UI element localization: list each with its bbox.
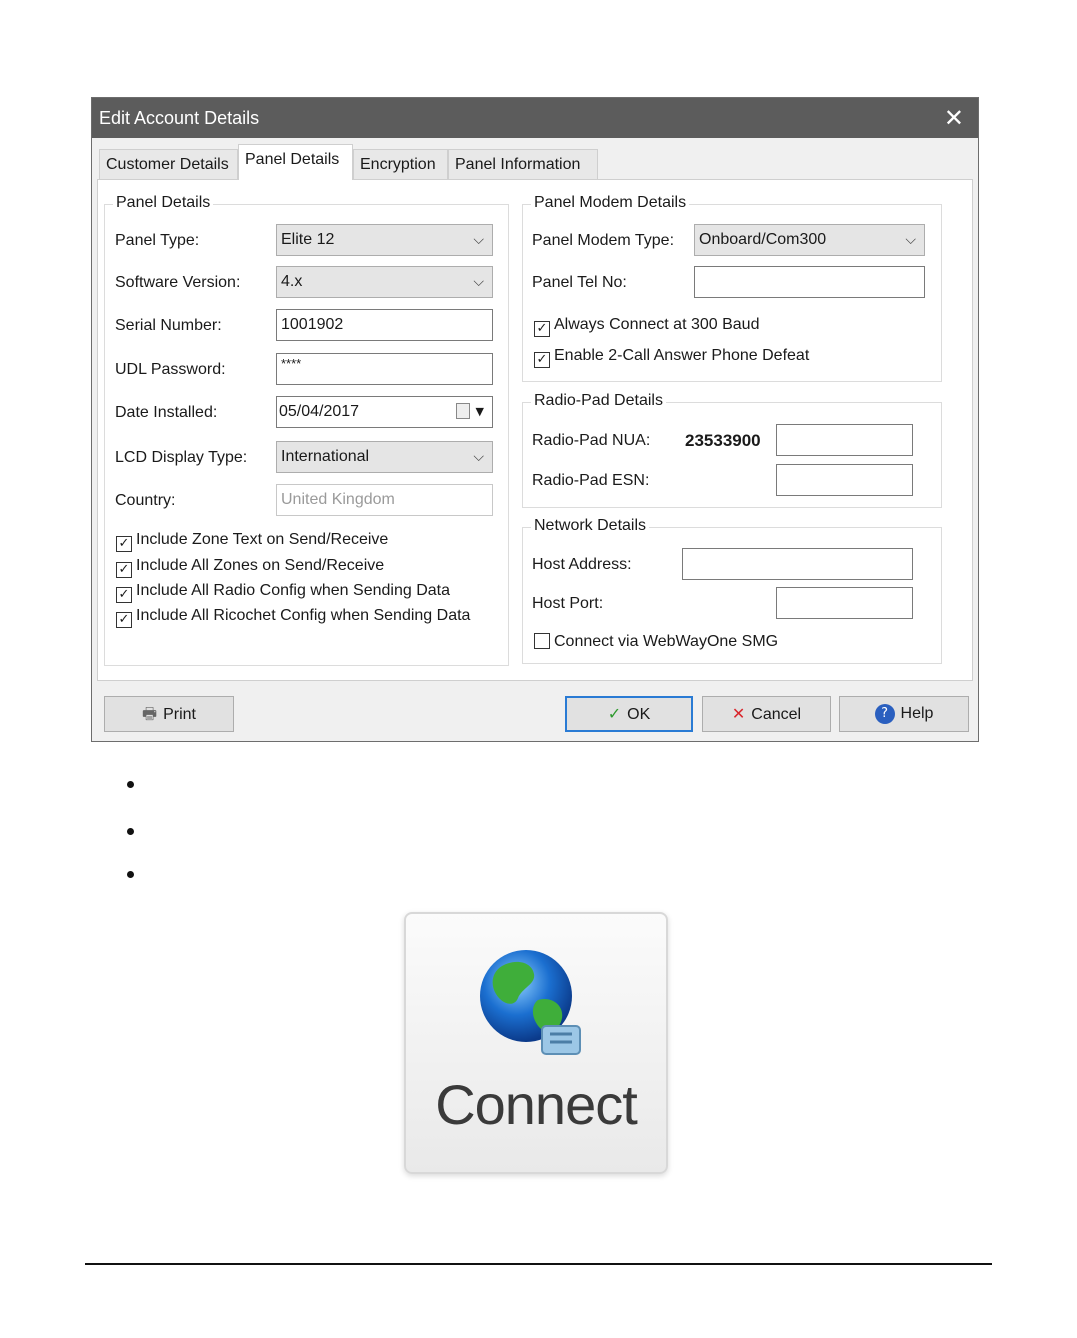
connect-button[interactable]: Connect (404, 912, 668, 1174)
software-version-label: Software Version: (115, 274, 241, 291)
tab-panel-information[interactable]: Panel Information (448, 149, 598, 179)
list-bullet (127, 871, 134, 878)
chevron-down-icon: ⌵ (473, 232, 484, 248)
date-installed-value: 05/04/2017 (279, 403, 360, 420)
checkbox-label: Enable 2-Call Answer Phone Defeat (554, 347, 810, 364)
checkbox-checked-icon: ✓ (116, 612, 132, 628)
nua-prefix: 23533900 (685, 431, 761, 450)
print-label: Print (163, 706, 196, 723)
host-address-input[interactable] (682, 548, 913, 580)
panel-type-label: Panel Type: (115, 232, 200, 249)
printer-icon: 🖶 (141, 704, 158, 723)
checkbox-label: Include All Ricochet Config when Sending… (136, 607, 471, 624)
connect-label: Connect (435, 1073, 638, 1136)
include-zone-text-checkbox[interactable]: ✓ Include Zone Text on Send/Receive (116, 530, 388, 552)
checkbox-checked-icon: ✓ (116, 587, 132, 603)
checkbox-checked-icon: ✓ (534, 352, 550, 368)
calendar-icon[interactable] (456, 403, 470, 419)
date-installed-label: Date Installed: (115, 404, 218, 421)
lcd-display-select[interactable]: International ⌵ (276, 441, 493, 473)
list-bullet (127, 828, 134, 835)
print-button[interactable]: 🖶 Print (104, 696, 234, 732)
group-legend: Panel Details (113, 194, 214, 212)
close-icon[interactable]: ✕ (944, 104, 964, 132)
software-version-select[interactable]: 4.x ⌵ (276, 266, 493, 298)
help-button[interactable]: ? Help (839, 696, 969, 732)
chevron-down-icon: ⌵ (473, 274, 484, 290)
always-300-baud-checkbox[interactable]: ✓ Always Connect at 300 Baud (534, 315, 759, 337)
include-ricochet-config-checkbox[interactable]: ✓ Include All Ricochet Config when Sendin… (116, 606, 470, 628)
nua-input[interactable] (776, 424, 913, 456)
panel-modem-group: Panel Modem Details Panel Modem Type: On… (522, 194, 942, 382)
network-group: Network Details Host Address: Host Port:… (522, 517, 942, 664)
ok-button[interactable]: ✓ OK (565, 696, 693, 732)
checkbox-unchecked-icon (534, 633, 550, 649)
country-label: Country: (115, 492, 176, 509)
nua-label: Radio-Pad NUA: (532, 432, 651, 449)
udl-password-input[interactable]: **** (276, 353, 493, 385)
tab-customer-details[interactable]: Customer Details (99, 149, 238, 179)
webwayone-checkbox[interactable]: Connect via WebWayOne SMG (534, 632, 778, 652)
checkbox-label: Include All Radio Config when Sending Da… (136, 582, 450, 599)
group-legend: Radio-Pad Details (531, 392, 666, 410)
host-port-input[interactable] (776, 587, 913, 619)
lcd-display-label: LCD Display Type: (115, 449, 248, 466)
globe-network-icon (480, 950, 581, 1055)
checkbox-checked-icon: ✓ (116, 562, 132, 578)
serial-number-input[interactable]: 1001902 (276, 309, 493, 341)
lcd-display-value: International (281, 448, 370, 465)
modem-type-label: Panel Modem Type: (532, 232, 675, 249)
ok-label: OK (627, 706, 651, 723)
include-all-zones-checkbox[interactable]: ✓ Include All Zones on Send/Receive (116, 556, 384, 578)
modem-type-select[interactable]: Onboard/Com300 ⌵ (694, 224, 925, 256)
dialog-title: Edit Account Details (99, 108, 260, 128)
date-installed-picker[interactable]: 05/04/2017 ▼ (276, 396, 493, 428)
x-icon: ✕ (731, 704, 746, 723)
checkbox-label: Include Zone Text on Send/Receive (136, 531, 389, 548)
two-call-checkbox[interactable]: ✓ Enable 2-Call Answer Phone Defeat (534, 346, 809, 368)
chevron-down-icon: ⌵ (905, 232, 916, 248)
checkbox-label: Connect via WebWayOne SMG (554, 633, 779, 650)
edit-account-dialog: Edit Account Details ✕ Customer Details … (91, 97, 979, 742)
tel-input[interactable] (694, 266, 925, 298)
chevron-down-icon: ⌵ (473, 449, 484, 465)
list-bullet (127, 781, 134, 788)
panel-details-group: Panel Details Panel Type: Elite 12 ⌵ Sof… (104, 194, 509, 666)
panel-type-select[interactable]: Elite 12 ⌵ (276, 224, 493, 256)
esn-input[interactable] (776, 464, 913, 496)
dropdown-arrow-icon[interactable]: ▼ (476, 397, 484, 427)
checkbox-label: Always Connect at 300 Baud (554, 316, 760, 333)
tab-encryption[interactable]: Encryption (353, 149, 448, 179)
group-legend: Network Details (531, 517, 650, 535)
footer-divider (85, 1263, 992, 1265)
serial-number-label: Serial Number: (115, 317, 222, 334)
udl-password-label: UDL Password: (115, 361, 226, 378)
group-legend: Panel Modem Details (531, 194, 690, 212)
cancel-button[interactable]: ✕ Cancel (702, 696, 831, 732)
checkbox-checked-icon: ✓ (534, 321, 550, 337)
help-icon: ? (874, 704, 895, 724)
checkmark-icon: ✓ (607, 704, 622, 723)
radio-pad-group: Radio-Pad Details Radio-Pad NUA: 2353390… (522, 392, 942, 508)
title-bar: Edit Account Details ✕ (92, 98, 978, 138)
checkbox-checked-icon: ✓ (116, 536, 132, 552)
software-version-value: 4.x (281, 273, 303, 290)
checkbox-label: Include All Zones on Send/Receive (136, 557, 385, 574)
include-radio-config-checkbox[interactable]: ✓ Include All Radio Config when Sending D… (116, 581, 450, 603)
host-port-label: Host Port: (532, 595, 604, 612)
panel-type-value: Elite 12 (281, 231, 335, 248)
country-input: United Kingdom (276, 484, 493, 516)
help-label: Help (900, 705, 934, 722)
esn-label: Radio-Pad ESN: (532, 472, 650, 489)
tab-content: Panel Details Panel Type: Elite 12 ⌵ Sof… (97, 179, 973, 681)
modem-type-value: Onboard/Com300 (699, 231, 827, 248)
tab-panel-details[interactable]: Panel Details (238, 144, 353, 180)
cancel-label: Cancel (751, 706, 802, 723)
tel-label: Panel Tel No: (532, 274, 627, 291)
host-address-label: Host Address: (532, 556, 632, 573)
